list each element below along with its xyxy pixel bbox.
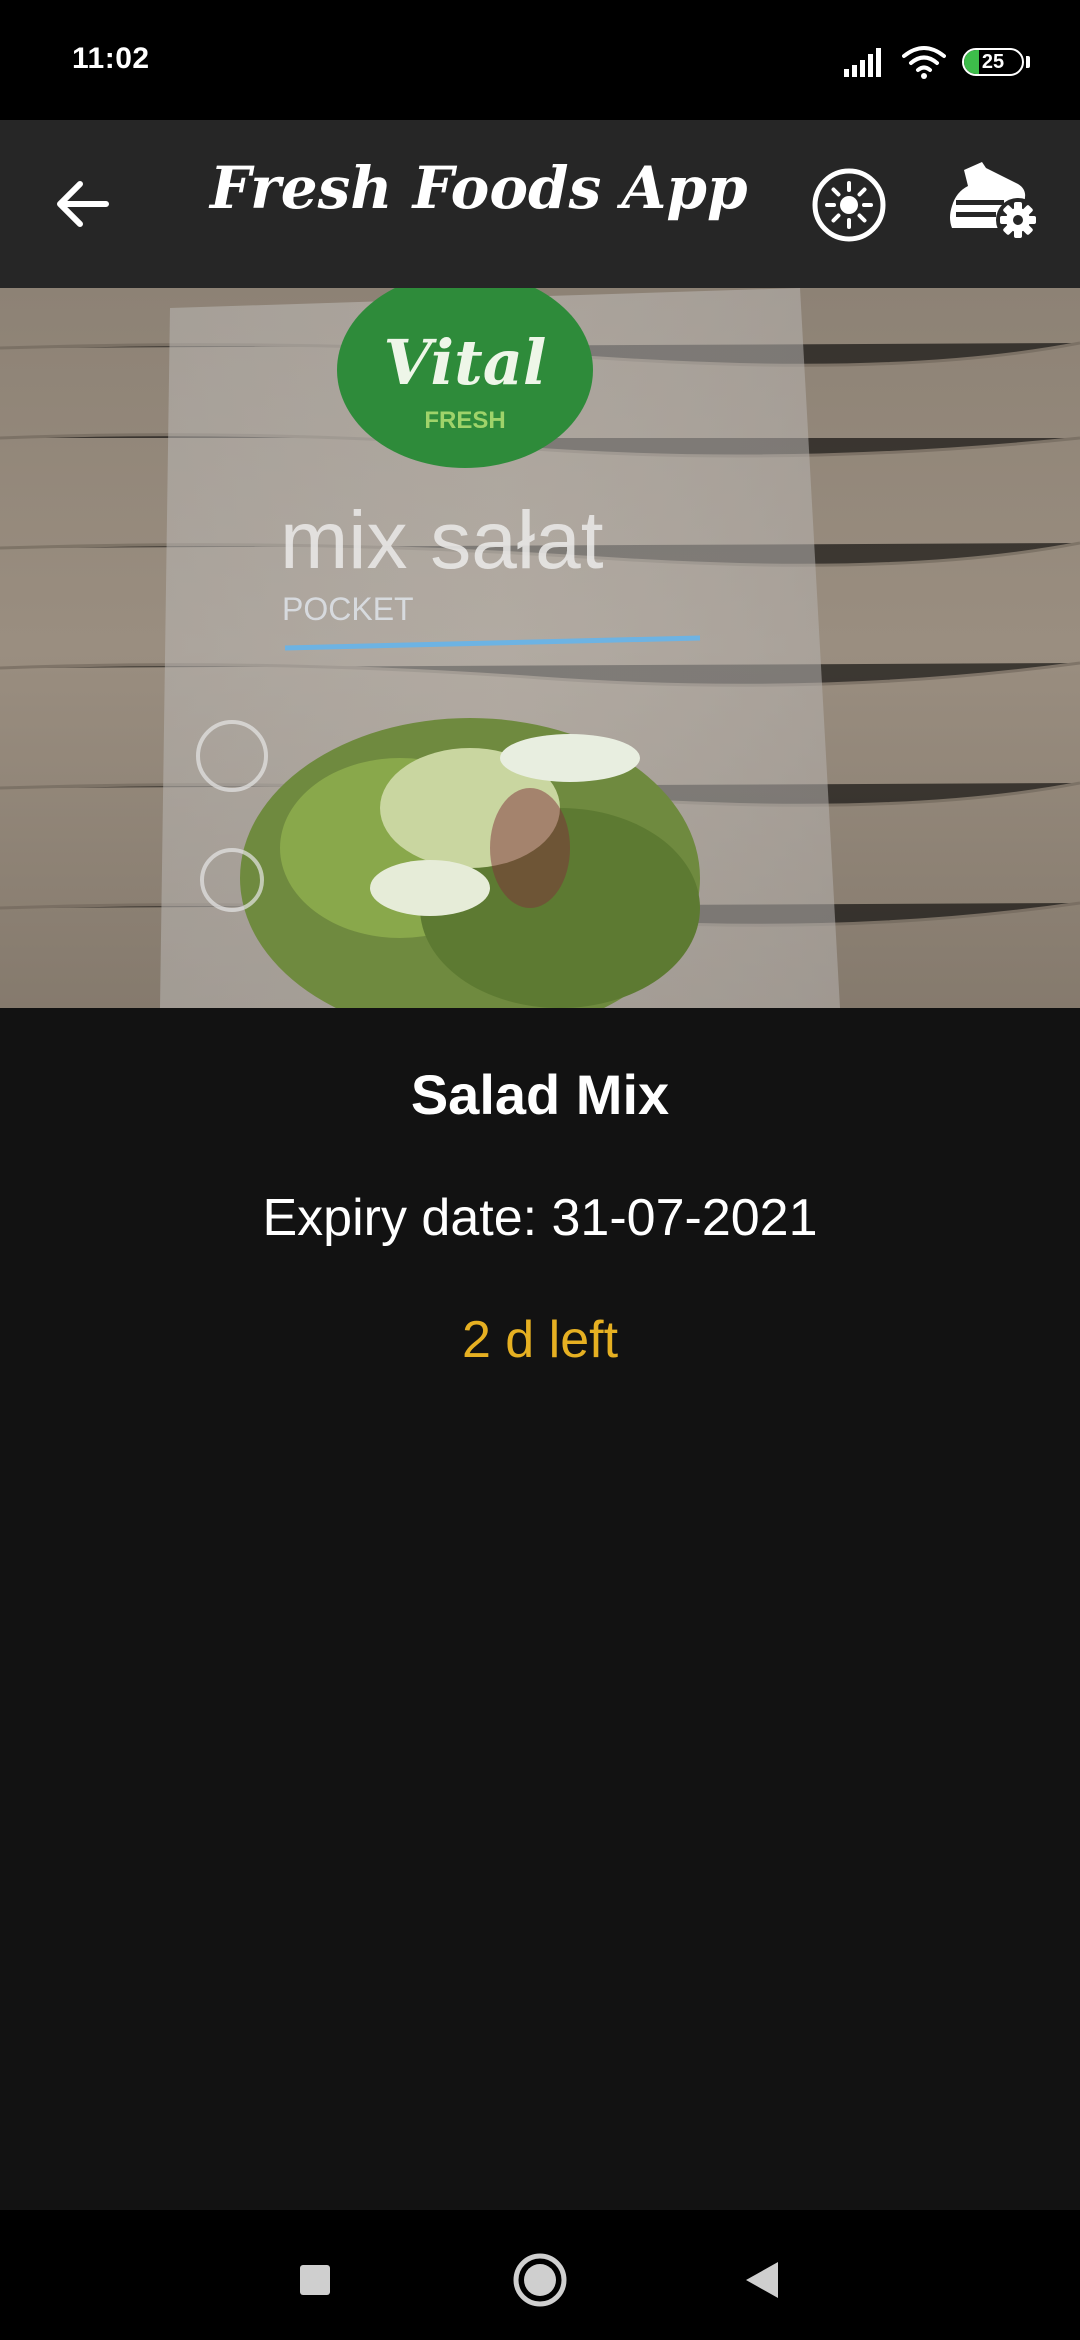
status-bar: 11:02 25 — [0, 0, 1080, 120]
brand-logo-text: Vital — [384, 326, 547, 399]
app-bar: Fresh Foods App — [0, 120, 1080, 288]
settings-button[interactable] — [946, 158, 1046, 250]
expiry-date: Expiry date: 31-07-2021 — [262, 1189, 818, 1247]
days-left: 2 d left — [461, 1311, 619, 1369]
back-icon — [746, 2262, 778, 2298]
product-name: Salad Mix — [410, 1063, 670, 1126]
back-arrow-icon — [57, 181, 109, 227]
back-button[interactable] — [42, 164, 122, 244]
status-icons: 25 — [844, 44, 1030, 80]
battery-nub — [1026, 56, 1030, 68]
brightness-button[interactable] — [810, 166, 888, 244]
battery-level: 25 — [981, 51, 1005, 73]
nav-back-button[interactable] — [722, 2240, 802, 2320]
package-subtitle-text: POCKET — [282, 591, 414, 627]
signal-icon — [844, 48, 881, 77]
brand-logo-subtext: FRESH — [424, 407, 505, 434]
battery-icon: 25 — [962, 48, 1024, 76]
nav-bar — [0, 2210, 1080, 2340]
status-time: 11:02 — [72, 42, 150, 75]
recents-button[interactable] — [275, 2240, 355, 2320]
home-icon — [513, 2253, 567, 2307]
brightness-icon — [812, 168, 886, 242]
wifi-icon — [902, 46, 946, 79]
product-image: Vital FRESH mix sałat POCKET — [0, 288, 1080, 1008]
recents-icon — [300, 2265, 330, 2295]
settings-icon — [950, 162, 1040, 242]
screen: 11:02 25 Fresh Foods App Vital FRESH mix… — [0, 0, 1080, 2340]
app-title: Fresh Foods App — [210, 154, 748, 222]
package-title-text: mix sałat — [280, 495, 604, 586]
home-button[interactable] — [500, 2240, 580, 2320]
